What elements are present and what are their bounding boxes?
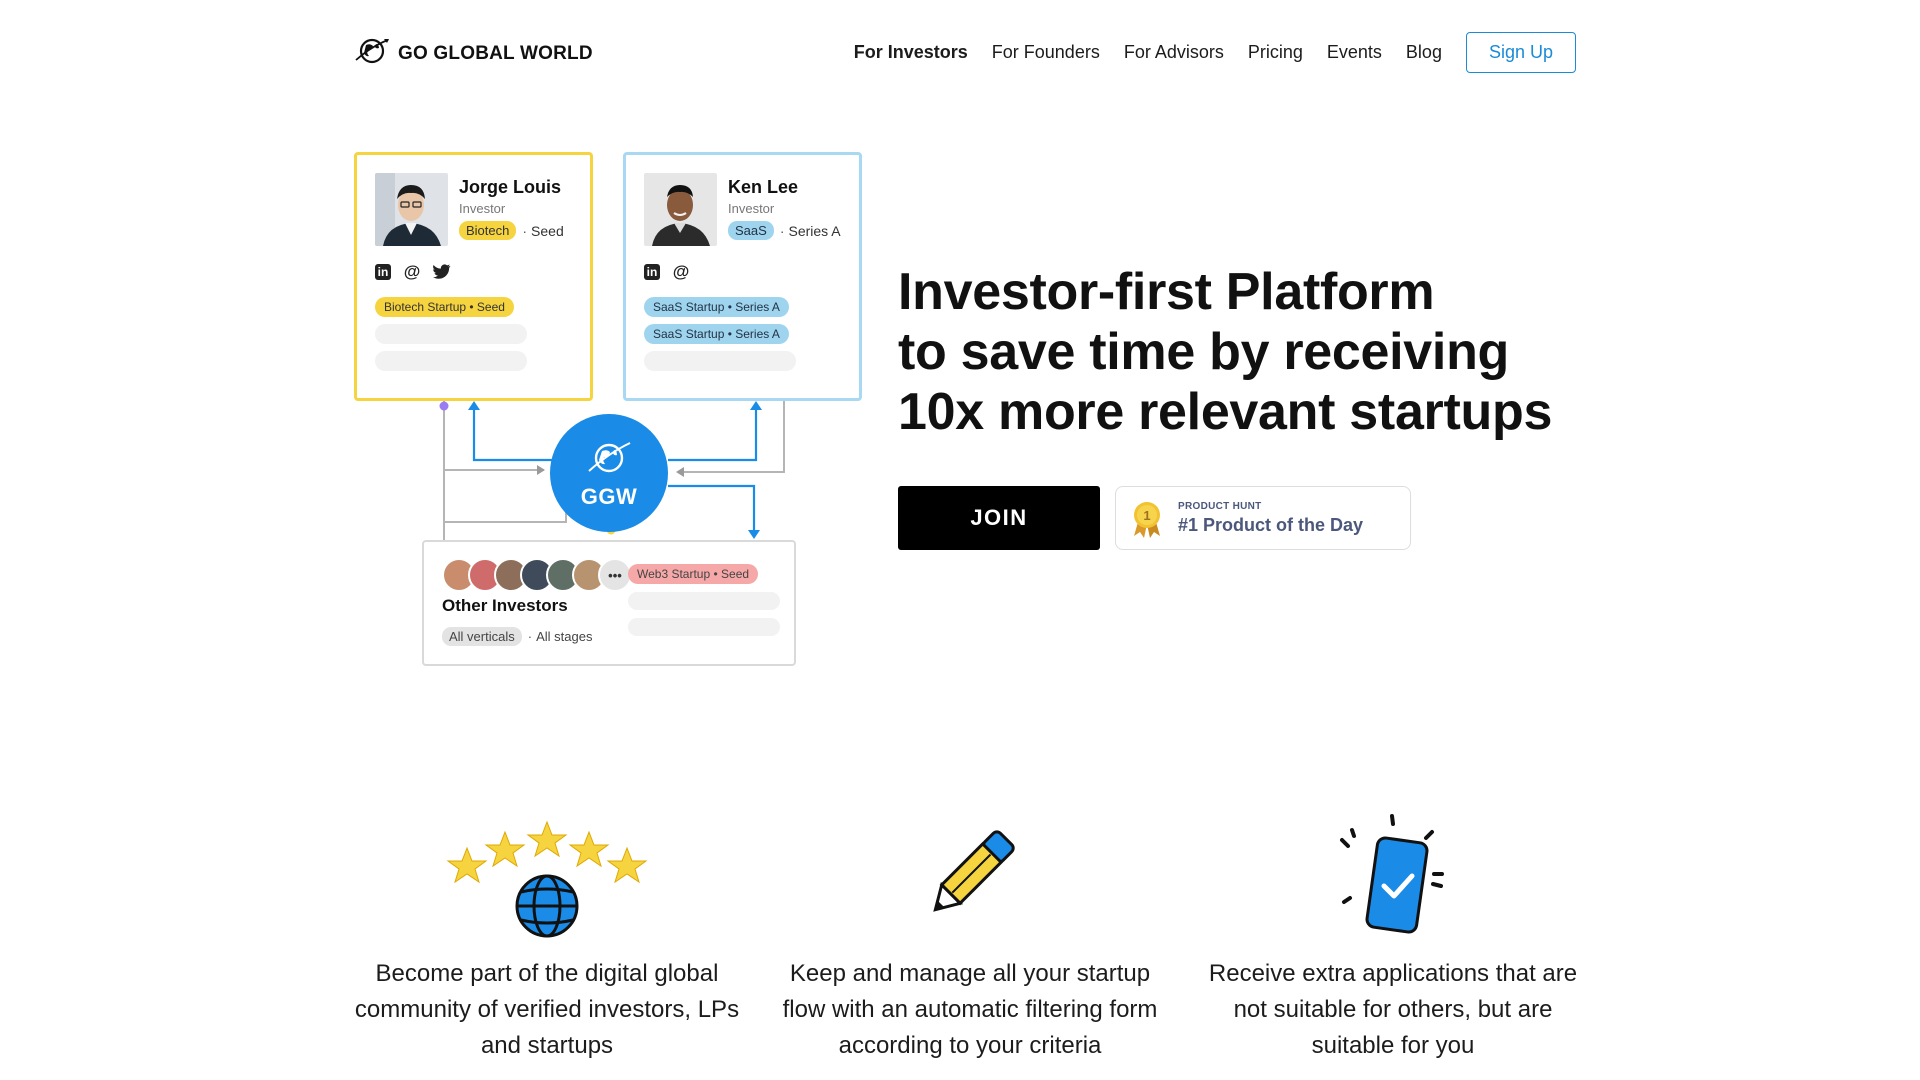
investor-tags: Biotech · Seed: [459, 221, 564, 240]
social-links: in @: [375, 262, 451, 281]
feature-text: Receive extra applications that are not …: [1208, 960, 1578, 1059]
nav-for-investors[interactable]: For Investors: [854, 42, 968, 63]
pencil-icon: [770, 810, 1170, 940]
deal-list: Biotech Startup • Seed: [375, 297, 527, 371]
placeholder-row: [628, 592, 780, 610]
nav-blog[interactable]: Blog: [1406, 42, 1442, 63]
nav-for-founders[interactable]: For Founders: [992, 42, 1100, 63]
brand-name: GO GLOBAL WORLD: [398, 42, 593, 64]
product-hunt-title: #1 Product of the Day: [1178, 515, 1364, 535]
logo[interactable]: GO GLOBAL WORLD: [354, 36, 593, 71]
avatar: [375, 173, 448, 246]
placeholder-row: [375, 324, 527, 344]
medal-icon: 1: [1130, 500, 1164, 543]
investor-card-jorge[interactable]: Jorge Louis Investor Biotech · Seed in @…: [354, 152, 593, 401]
email-icon[interactable]: @: [672, 262, 690, 281]
feature-text: Keep and manage all your startup flow wi…: [782, 960, 1158, 1059]
stars-globe-icon: [347, 810, 747, 940]
separator-dot: ·: [779, 222, 785, 239]
deal-badge: Biotech Startup • Seed: [375, 297, 514, 317]
phone-check-icon: [1193, 810, 1593, 940]
feature-extra-applications: Receive extra applications that are not …: [1193, 810, 1593, 1064]
deal-list: SaaS Startup • Series A SaaS Startup • S…: [644, 297, 796, 371]
other-investors-title: Other Investors: [442, 596, 568, 615]
hero-title-line: Investor-first Platform: [898, 263, 1435, 321]
placeholder-row: [644, 351, 796, 371]
investor-role: Investor: [728, 201, 775, 216]
hero-title-line: to save time by receiving: [898, 323, 1509, 381]
medal-number: 1: [1143, 508, 1150, 523]
nav-events[interactable]: Events: [1327, 42, 1382, 63]
product-hunt-badge[interactable]: 1 PRODUCT HUNT #1 Product of the Day: [1115, 486, 1411, 550]
stage-label: Seed: [531, 222, 564, 239]
signup-button[interactable]: Sign Up: [1465, 32, 1576, 73]
ggw-hub: GGW: [550, 414, 668, 532]
globe-orbit-icon: [583, 437, 635, 482]
investor-name: Jorge Louis: [459, 177, 562, 197]
placeholder-row: [628, 618, 780, 636]
investor-card-ken[interactable]: Ken Lee Investor SaaS · Series A in @ Sa…: [623, 152, 862, 401]
stage-label: Series A: [788, 222, 841, 239]
hero-title: Investor-first Platform to save time by …: [898, 262, 1552, 442]
vertical-badge: Biotech: [459, 221, 517, 240]
vertical-badge: SaaS: [728, 221, 774, 240]
feature-startup-flow: Keep and manage all your startup flow wi…: [770, 810, 1170, 1064]
deal-badge: SaaS Startup • Series A: [644, 324, 789, 344]
site-header: GO GLOBAL WORLD For Investors For Founde…: [0, 0, 1920, 100]
hub-label: GGW: [580, 483, 638, 509]
matching-illustration: Jorge Louis Investor Biotech · Seed in @…: [354, 152, 866, 670]
investor-tags: All verticals · All stages: [442, 627, 592, 646]
join-button[interactable]: JOIN: [898, 486, 1100, 550]
email-icon[interactable]: @: [403, 262, 421, 281]
feature-text: Become part of the digital global commun…: [354, 960, 740, 1059]
placeholder-row: [375, 351, 527, 371]
investor-tags: SaaS · Series A: [728, 221, 841, 240]
feature-community: Become part of the digital global commun…: [347, 810, 747, 1064]
deal-badge: Web3 Startup • Seed: [628, 564, 759, 584]
avatar: [644, 173, 717, 246]
social-links: in @: [644, 262, 690, 281]
separator-dot: ·: [527, 629, 533, 644]
twitter-icon[interactable]: [433, 263, 451, 281]
investor-name: Ken Lee: [728, 177, 799, 197]
separator-dot: ·: [522, 222, 528, 239]
investor-role: Investor: [459, 201, 506, 216]
more-icon: •••: [598, 558, 632, 592]
nav-for-advisors[interactable]: For Advisors: [1124, 42, 1224, 63]
nav-pricing[interactable]: Pricing: [1248, 42, 1303, 63]
hero-title-line: 10x more relevant startups: [898, 383, 1553, 441]
main-nav: For Investors For Founders For Advisors …: [830, 32, 1576, 73]
linkedin-icon[interactable]: in: [375, 264, 391, 280]
stage-label: All stages: [536, 629, 593, 644]
deal-badge: SaaS Startup • Series A: [644, 297, 789, 317]
vertical-badge: All verticals: [442, 627, 522, 646]
other-investors-card[interactable]: ••• Other Investors All verticals · All …: [422, 540, 796, 666]
product-hunt-kicker: PRODUCT HUNT: [1178, 501, 1262, 512]
deal-list: Web3 Startup • Seed: [628, 564, 780, 636]
avatar-stack: •••: [442, 558, 632, 592]
linkedin-icon[interactable]: in: [644, 264, 660, 280]
globe-orbit-icon: [354, 36, 390, 71]
